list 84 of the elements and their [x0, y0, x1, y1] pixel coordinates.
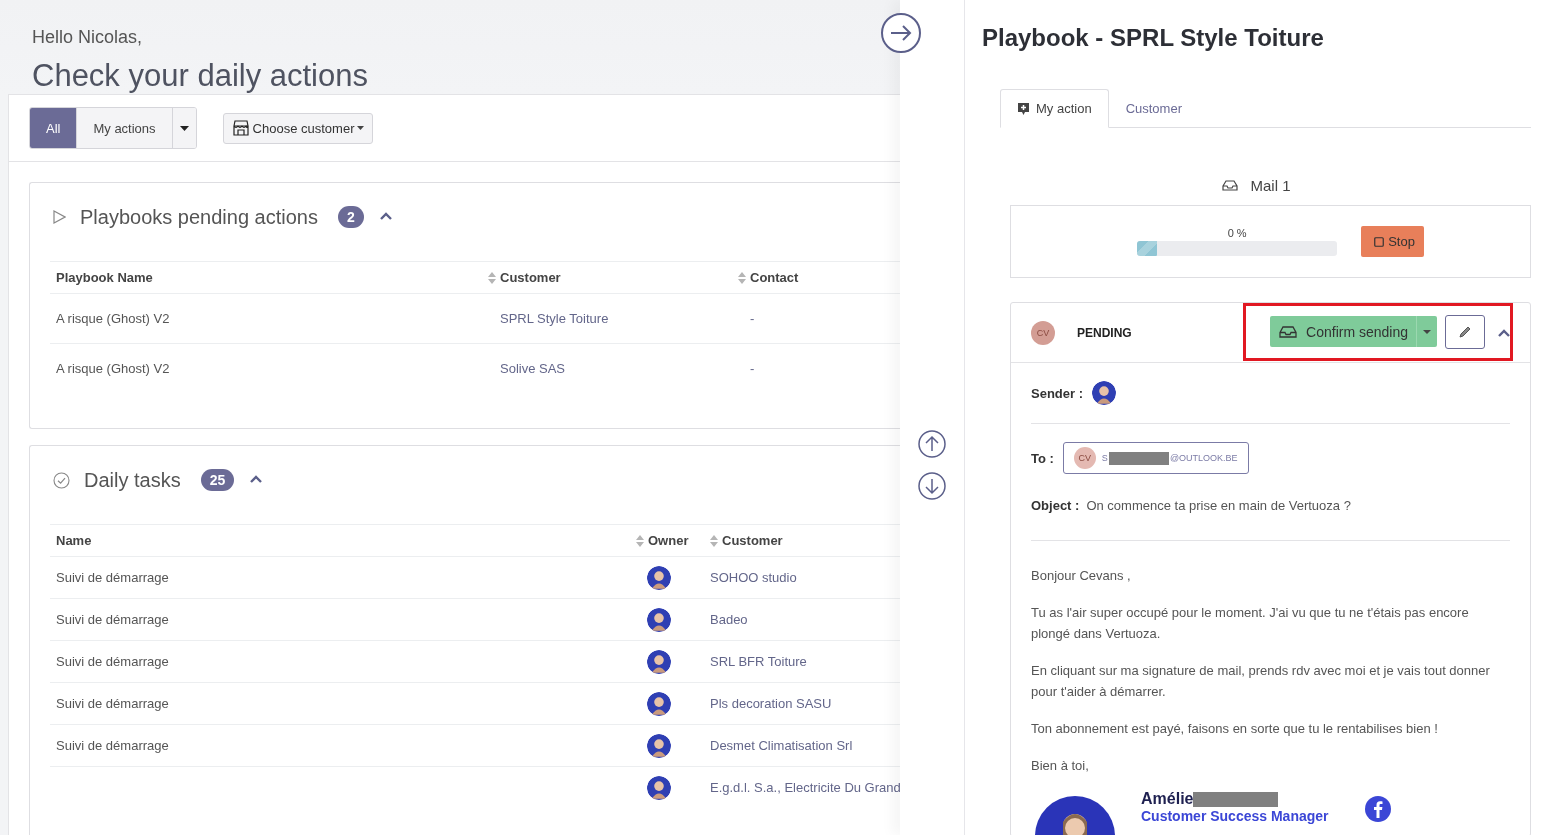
facebook-icon[interactable]	[1364, 796, 1391, 822]
square-icon	[1374, 236, 1385, 247]
initials-avatar: CV	[1031, 320, 1055, 345]
customer-link[interactable]: SPRL Style Toiture	[500, 311, 609, 326]
filter-tab[interactable]: My actions	[77, 108, 173, 148]
tab[interactable]: My action	[1000, 89, 1109, 128]
confirm-button[interactable]: Confirm sending	[1270, 316, 1416, 347]
column-header[interactable]: Playbook Name	[56, 270, 153, 285]
avatar-icon	[647, 775, 671, 800]
customer-link[interactable]: -	[750, 311, 755, 326]
avatar-icon	[1092, 381, 1116, 405]
chevron-up-icon[interactable]	[379, 211, 392, 220]
field-label: Object :	[1031, 498, 1080, 513]
avatar-icon	[647, 691, 671, 716]
count-badge: 25	[200, 469, 235, 491]
field-label: Sender :	[1031, 385, 1083, 401]
table-cell: Suivi de démarrage	[56, 612, 169, 627]
customer-select[interactable]: Choose customer	[222, 112, 374, 144]
message-paragraph: Bonjour Cevans ,	[1031, 567, 1132, 585]
column-header[interactable]: Name	[56, 533, 92, 548]
recipient-chip[interactable]: CV S @OUTLOOK.BE	[1062, 442, 1249, 474]
message-paragraph: Bien à toi,	[1031, 757, 1090, 775]
comment-plus-icon	[1017, 101, 1030, 116]
progress-reading: 0 %	[1227, 227, 1247, 239]
customer-link[interactable]: -	[750, 361, 755, 376]
store-icon	[231, 120, 250, 136]
step-title: Mail 1	[1250, 176, 1291, 194]
subject-text: On commence ta prise en main de Vertuoza ?	[1086, 498, 1351, 513]
inbox-icon	[1279, 325, 1298, 338]
check-circle-icon	[53, 471, 70, 489]
customer-link[interactable]: Solive SAS	[500, 361, 566, 376]
stop-button[interactable]: Stop	[1361, 226, 1424, 257]
pencil-icon	[1458, 324, 1472, 339]
chevron-up-icon[interactable]	[1498, 328, 1510, 337]
column-header[interactable]: Customer	[722, 533, 783, 548]
play-icon	[53, 210, 66, 224]
avatar-icon	[647, 649, 671, 674]
customer-link[interactable]: Pls decoration SASU	[710, 696, 832, 711]
caret-icon	[1423, 329, 1431, 334]
initials-avatar: CV	[1073, 447, 1096, 469]
arrow-down-circle-icon[interactable]	[918, 472, 946, 500]
table-cell: Suivi de démarrage	[56, 654, 169, 669]
section-title: Playbooks pending actions	[80, 205, 318, 229]
arrow-right-circle-icon[interactable]	[880, 12, 922, 54]
table-cell: Suivi de démarrage	[56, 696, 169, 711]
signature-name: Amélie	[1141, 790, 1194, 808]
customer-link[interactable]: SOHOO studio	[710, 570, 797, 585]
count-badge: 2	[337, 206, 364, 228]
customer-link[interactable]: Badeo	[710, 612, 748, 627]
redaction-bar	[1108, 451, 1169, 465]
arrow-up-circle-icon[interactable]	[918, 430, 946, 458]
drawer-title: Playbook - SPRL Style Toiture	[982, 24, 1325, 52]
status-label: PENDING	[1077, 325, 1132, 340]
table-cell: Suivi de démarrage	[56, 570, 169, 585]
column-header[interactable]: Customer	[500, 270, 561, 285]
page-heading: Check your daily actions	[32, 58, 369, 94]
inbox-icon	[1222, 179, 1239, 191]
table-cell: Suivi de démarrage	[56, 738, 169, 753]
message-paragraph: Ton abonnement est payé, faisons en sorte que tu le rentabilises bien !	[1031, 720, 1439, 738]
field-label: To :	[1031, 450, 1054, 466]
column-header[interactable]: Contact	[750, 270, 799, 285]
email-text: S	[1101, 453, 1108, 463]
avatar-icon	[647, 607, 671, 632]
caret-icon	[357, 126, 365, 130]
customer-link[interactable]: Desmet Climatisation Srl	[710, 738, 853, 753]
message-paragraph: En cliquant sur ma signature de mail, prends rdv avec moi et je vais tout donner pour t'aider à démarrer.	[1031, 662, 1491, 701]
tab[interactable]: Customer	[1108, 89, 1199, 128]
message-paragraph: Tu as l'air super occupé pour le moment. J'ai vu que tu ne t'étais pas encore plongé dans Vertuoza.	[1031, 604, 1470, 643]
customer-link[interactable]: E.g.d.l. S.a., Electricite Du Grand	[710, 780, 900, 795]
signature-role: Customer Success Manager	[1141, 808, 1329, 824]
column-header[interactable]: Owner	[648, 533, 689, 548]
greeting-text: Hello Nicolas,	[32, 27, 144, 48]
customer-link[interactable]: SRL BFR Toiture	[710, 654, 807, 669]
avatar-icon	[647, 565, 671, 590]
table-cell: A risque (Ghost) V2	[56, 361, 170, 376]
table-cell: A risque (Ghost) V2	[56, 311, 170, 326]
section-title: Daily tasks	[84, 468, 181, 492]
edit-button[interactable]	[1445, 314, 1485, 349]
filter-tab[interactable]: All	[30, 108, 78, 148]
avatar-icon	[647, 733, 671, 758]
dropdown-button[interactable]	[172, 108, 196, 148]
caret-icon	[179, 125, 189, 131]
chevron-up-icon[interactable]	[250, 474, 263, 483]
email-text: @OUTLOOK.BE	[1169, 453, 1238, 463]
